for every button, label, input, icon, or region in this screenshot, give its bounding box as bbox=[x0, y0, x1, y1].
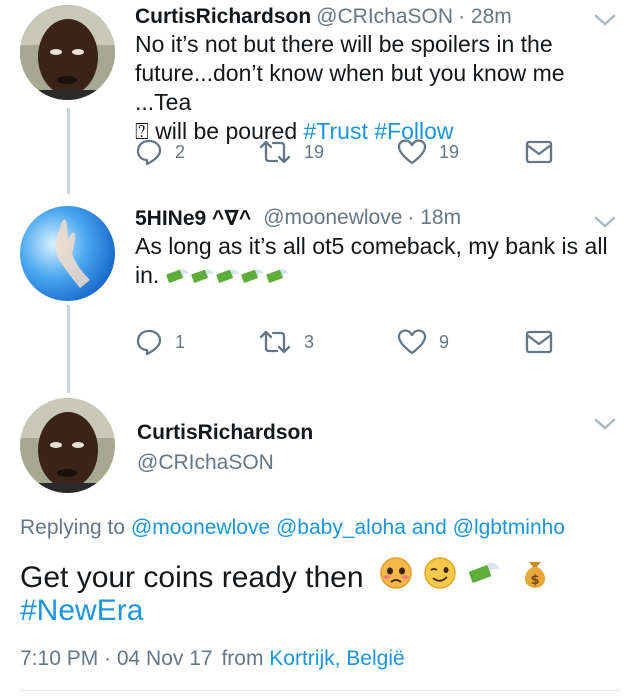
tweet-metadata: 7:10 PM · 04 Nov 17 from Kortrijk, Belgi… bbox=[20, 647, 405, 671]
chevron-down-icon[interactable] bbox=[594, 215, 616, 229]
tweet-time[interactable]: · 18m bbox=[407, 206, 461, 230]
replying-and[interactable]: and bbox=[412, 516, 447, 539]
money-with-wings-emoji bbox=[166, 269, 289, 283]
retweet-icon bbox=[259, 330, 291, 354]
dm-button[interactable] bbox=[525, 330, 565, 354]
mention-link[interactable]: @baby_aloha bbox=[276, 516, 406, 539]
retweet-button[interactable]: 3 bbox=[258, 328, 314, 356]
like-icon bbox=[397, 329, 427, 355]
retweet-count: 19 bbox=[304, 141, 325, 162]
money-with-wings-emoji bbox=[468, 562, 500, 583]
reply-button[interactable]: 2 bbox=[135, 138, 185, 166]
like-icon bbox=[397, 139, 427, 165]
replying-prefix: Replying to bbox=[20, 516, 126, 539]
from-label: from bbox=[221, 647, 264, 670]
svg-text:$: $ bbox=[530, 573, 539, 588]
tweet-timestamp: 7:10 PM · 04 Nov 17 bbox=[20, 647, 213, 670]
tweet-text: As long as it’s all ot5 comeback, my ban… bbox=[135, 232, 615, 290]
user-handle[interactable]: @CRIchaSON bbox=[137, 451, 274, 475]
avatar[interactable] bbox=[20, 398, 115, 493]
reply-icon bbox=[136, 139, 162, 166]
tweet-text-span: Get your coins ready then bbox=[20, 561, 364, 594]
avatar[interactable] bbox=[20, 206, 115, 301]
display-name[interactable]: 5HINe9 ^∇^ bbox=[135, 206, 251, 231]
like-button[interactable]: 9 bbox=[397, 328, 449, 356]
reply-count: 1 bbox=[175, 331, 186, 352]
money-emoji-row bbox=[166, 262, 291, 288]
chevron-down-icon[interactable] bbox=[594, 13, 616, 27]
like-count: 9 bbox=[439, 331, 450, 352]
avatar[interactable] bbox=[20, 5, 115, 100]
divider bbox=[20, 690, 620, 691]
like-button[interactable]: 19 bbox=[397, 138, 459, 166]
tweet-text-line: future...don’t know when but you know me… bbox=[135, 60, 565, 115]
mention-link[interactable]: @moonewlove bbox=[131, 516, 270, 539]
dm-icon bbox=[525, 140, 553, 164]
thread-line bbox=[67, 108, 70, 194]
tweet-text-span: in. bbox=[135, 262, 160, 288]
like-count: 19 bbox=[439, 141, 460, 162]
mention-link[interactable]: @lgbtminho bbox=[453, 516, 565, 539]
chevron-down-icon[interactable] bbox=[594, 417, 616, 431]
avatar-photo bbox=[20, 398, 115, 493]
thread-line bbox=[67, 305, 70, 393]
dm-button[interactable] bbox=[525, 140, 565, 164]
reply-button[interactable]: 1 bbox=[135, 328, 185, 356]
dm-icon bbox=[525, 330, 553, 354]
tweet-text-line: No it’s not but there will be spoilers i… bbox=[135, 31, 553, 57]
retweet-icon bbox=[259, 140, 291, 164]
hashtag-link[interactable]: #NewEra bbox=[20, 593, 143, 629]
reply-count: 2 bbox=[175, 141, 186, 162]
location-link[interactable]: Kortrijk, België bbox=[269, 647, 404, 670]
retweet-button[interactable]: 19 bbox=[258, 138, 324, 166]
pleading-face-emoji bbox=[380, 557, 412, 589]
avatar-photo bbox=[20, 5, 115, 100]
tweet-text-line: in. bbox=[135, 261, 615, 290]
winking-face-emoji bbox=[424, 557, 456, 589]
display-name[interactable]: CurtisRichardson bbox=[137, 421, 313, 445]
money-bag-emoji: $ bbox=[524, 562, 545, 588]
replying-to: Replying to @moonewlove @baby_aloha and … bbox=[20, 516, 565, 540]
retweet-count: 3 bbox=[304, 331, 315, 352]
user-handle[interactable]: @moonewlove bbox=[263, 206, 402, 230]
tweet-time[interactable]: · 28m bbox=[458, 5, 512, 29]
tweet-text: No it’s not but there will be spoilers i… bbox=[135, 30, 615, 146]
avatar-photo bbox=[20, 206, 115, 301]
focused-tweet-text: Get your coins ready then $ bbox=[20, 556, 553, 596]
user-handle[interactable]: @CRIchaSON bbox=[316, 5, 453, 29]
reply-icon bbox=[136, 329, 162, 356]
tweet-text-line: As long as it’s all ot5 comeback, my ban… bbox=[135, 233, 608, 259]
display-name[interactable]: CurtisRichardson bbox=[135, 5, 311, 29]
